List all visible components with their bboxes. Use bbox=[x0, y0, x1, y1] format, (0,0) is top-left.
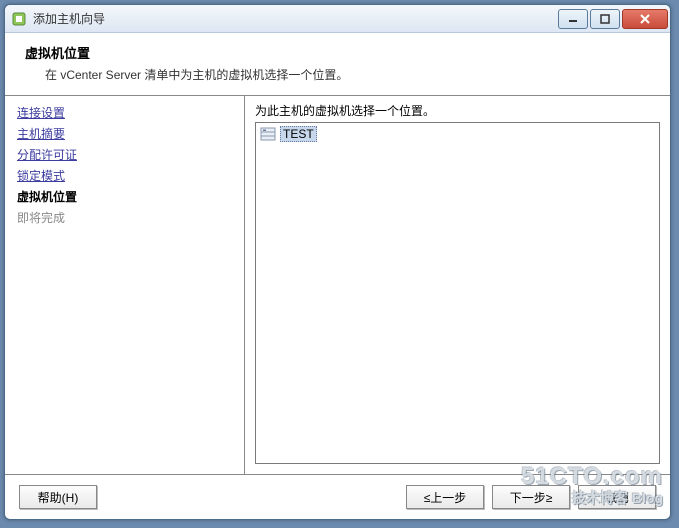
location-tree[interactable]: TEST bbox=[255, 122, 660, 464]
wizard-window: 添加主机向导 虚拟机位置 在 vCenter Server 清单中为主机的虚拟机… bbox=[4, 4, 671, 520]
titlebar[interactable]: 添加主机向导 bbox=[5, 5, 670, 33]
next-button[interactable]: 下一步≥ bbox=[492, 485, 570, 509]
button-bar: 帮助(H) ≤上一步 下一步≥ 取消 bbox=[5, 474, 670, 519]
step-lockdown-mode[interactable]: 锁定模式 bbox=[17, 165, 232, 186]
step-assign-license[interactable]: 分配许可证 bbox=[17, 144, 232, 165]
tree-item-datacenter[interactable]: TEST bbox=[258, 125, 657, 143]
datacenter-icon bbox=[260, 127, 276, 141]
main-content: 连接设置 主机摘要 分配许可证 锁定模式 虚拟机位置 即将完成 为此主机的虚拟机… bbox=[5, 96, 670, 474]
page-title: 虚拟机位置 bbox=[25, 43, 654, 62]
back-button[interactable]: ≤上一步 bbox=[406, 485, 484, 509]
nav-button-group: ≤上一步 下一步≥ 取消 bbox=[406, 485, 656, 509]
window-title: 添加主机向导 bbox=[33, 10, 558, 27]
close-button[interactable] bbox=[622, 9, 668, 29]
step-ready-complete: 即将完成 bbox=[17, 207, 232, 228]
wizard-steps-sidebar: 连接设置 主机摘要 分配许可证 锁定模式 虚拟机位置 即将完成 bbox=[5, 96, 245, 474]
step-vm-location: 虚拟机位置 bbox=[17, 186, 232, 207]
window-controls bbox=[558, 9, 668, 29]
step-connection-settings[interactable]: 连接设置 bbox=[17, 102, 232, 123]
page-description: 在 vCenter Server 清单中为主机的虚拟机选择一个位置。 bbox=[45, 66, 654, 83]
cancel-button[interactable]: 取消 bbox=[578, 485, 656, 509]
maximize-button[interactable] bbox=[590, 9, 620, 29]
step-host-summary[interactable]: 主机摘要 bbox=[17, 123, 232, 144]
location-prompt: 为此主机的虚拟机选择一个位置。 bbox=[255, 102, 660, 119]
content-pane: 为此主机的虚拟机选择一个位置。 TEST bbox=[245, 96, 670, 474]
tree-item-label: TEST bbox=[280, 126, 317, 142]
app-icon bbox=[11, 11, 27, 27]
help-button[interactable]: 帮助(H) bbox=[19, 485, 97, 509]
minimize-button[interactable] bbox=[558, 9, 588, 29]
wizard-header: 虚拟机位置 在 vCenter Server 清单中为主机的虚拟机选择一个位置。 bbox=[5, 33, 670, 95]
